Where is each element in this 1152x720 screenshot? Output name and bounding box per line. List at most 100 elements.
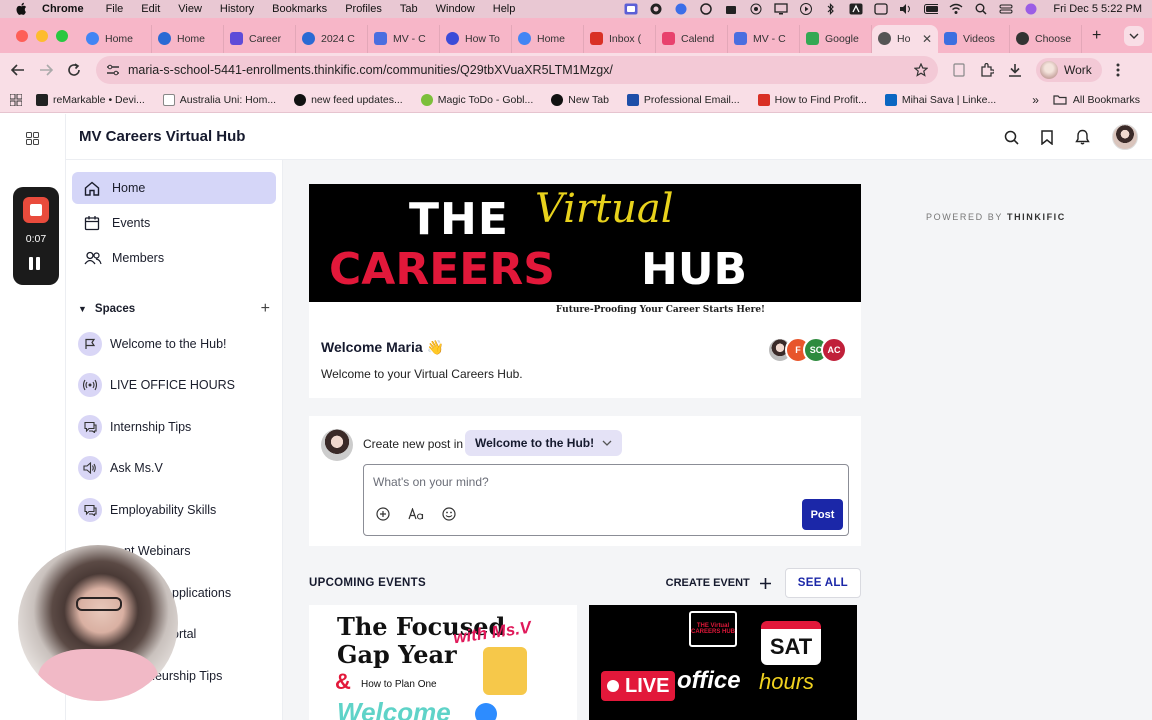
menu-window[interactable]: Window	[436, 3, 475, 15]
site-info-icon[interactable]	[106, 64, 120, 76]
bookmark-item[interactable]: reMarkable • Devi...	[36, 93, 145, 106]
post-button[interactable]: Post	[802, 499, 843, 530]
browser-tab[interactable]: Videos	[938, 24, 1010, 53]
bookmark-item[interactable]: Australia Uni: Hom...	[162, 93, 276, 106]
siri-icon[interactable]	[1024, 3, 1038, 15]
space-welcome-to-the-hub[interactable]: Welcome to the Hub!	[78, 329, 278, 359]
bookmark-item[interactable]: New Tab	[551, 93, 609, 106]
browser-tab[interactable]: How To	[440, 24, 512, 53]
space-live-office-hours[interactable]: LIVE OFFICE HOURS	[78, 370, 278, 400]
menu-edit[interactable]: Edit	[141, 3, 160, 15]
address-url[interactable]: maria-s-school-5441-enrollments.thinkifi…	[128, 63, 914, 77]
post-text-input[interactable]	[373, 475, 773, 489]
menu-datetime[interactable]: Fri Dec 5 5:22 PM	[1053, 3, 1142, 15]
reading-mode-icon[interactable]	[952, 63, 966, 77]
browser-tab[interactable]: Career	[224, 24, 296, 53]
menu-bookmarks[interactable]: Bookmarks	[272, 3, 327, 15]
browser-tab[interactable]: Home	[152, 24, 224, 53]
menu-app-name[interactable]: Chrome	[42, 3, 84, 15]
extensions-icon[interactable]	[980, 63, 994, 77]
site-title[interactable]: MV Careers Virtual Hub	[79, 128, 245, 145]
tab-search-icon[interactable]	[1124, 25, 1144, 46]
member-avatar[interactable]: AC	[821, 337, 847, 363]
browser-tab[interactable]: Inbox (	[584, 24, 656, 53]
display-icon[interactable]	[774, 3, 789, 15]
forward-icon[interactable]	[32, 56, 60, 84]
browser-tab[interactable]: Choose	[1010, 24, 1082, 53]
address-bar[interactable]: maria-s-school-5441-enrollments.thinkifi…	[96, 56, 938, 84]
menu-profiles[interactable]: Profiles	[345, 3, 382, 15]
close-window-button[interactable]	[16, 29, 28, 42]
app-status-icon[interactable]	[649, 3, 663, 15]
member-avatars[interactable]: F SC AC	[767, 337, 847, 363]
menu-tab[interactable]: Tab	[400, 3, 418, 15]
text-format-icon[interactable]	[408, 508, 424, 520]
bookmark-item[interactable]: How to Find Profit...	[757, 93, 867, 106]
minimize-window-button[interactable]	[36, 29, 48, 42]
search-spotlight-icon[interactable]	[974, 3, 988, 15]
more-bookmarks-icon[interactable]: »	[1032, 93, 1039, 107]
space-employability-skills[interactable]: Employability Skills	[78, 495, 278, 525]
all-bookmarks-button[interactable]: All Bookmarks	[1053, 94, 1140, 106]
search-icon[interactable]	[1004, 130, 1019, 145]
app-switcher-icon[interactable]	[26, 132, 39, 145]
new-tab-icon[interactable]: +	[1092, 27, 1101, 45]
close-tab-icon[interactable]: ✕	[922, 32, 932, 46]
volume-icon[interactable]	[899, 3, 913, 15]
event-card-live-office-hours[interactable]: THE Virtual CAREERS HUB SAT LIVE office …	[589, 605, 857, 720]
menu-help[interactable]: Help	[493, 3, 516, 15]
apps-grid-icon[interactable]	[10, 93, 22, 106]
create-event-button[interactable]: CREATE EVENT	[666, 577, 771, 589]
nav-home[interactable]: Home	[72, 172, 276, 204]
add-attachment-icon[interactable]	[376, 507, 390, 521]
zoom-status-icon[interactable]	[674, 3, 688, 15]
user-avatar[interactable]	[1112, 124, 1138, 150]
window-icon[interactable]	[874, 3, 889, 15]
see-all-events-button[interactable]: SEE ALL	[784, 568, 861, 598]
menu-view[interactable]: View	[178, 3, 202, 15]
browser-menu-icon[interactable]	[1116, 63, 1120, 77]
add-space-icon[interactable]: +	[261, 300, 270, 318]
nav-events[interactable]: Events	[72, 207, 276, 239]
browser-tab[interactable]: Home	[512, 24, 584, 53]
profile-button[interactable]: Work	[1036, 58, 1102, 82]
battery-icon[interactable]	[924, 3, 939, 15]
browser-tab[interactable]: Home	[80, 24, 152, 53]
screen-record-icon[interactable]	[624, 3, 638, 15]
control-center-icon[interactable]	[999, 3, 1013, 15]
back-icon[interactable]	[4, 56, 32, 84]
download-icon[interactable]	[1008, 63, 1022, 77]
bookmark-icon[interactable]	[1041, 129, 1053, 145]
webcam-bubble[interactable]	[18, 545, 178, 701]
zoom-window-button[interactable]	[56, 29, 68, 42]
stop-recording-button[interactable]	[23, 197, 49, 223]
browser-tab-active[interactable]: Ho ✕	[872, 24, 938, 53]
spaces-heading[interactable]: ▼ Spaces +	[78, 300, 270, 318]
bookmark-item[interactable]: Mihai Sava | Linke...	[884, 93, 996, 106]
emoji-icon[interactable]	[442, 507, 456, 521]
menu-file[interactable]: File	[106, 3, 124, 15]
bookmark-item[interactable]: Magic ToDo - Gobl...	[420, 93, 533, 106]
browser-tab[interactable]: Google	[800, 24, 872, 53]
collapse-caret-icon[interactable]: ▼	[78, 304, 87, 314]
broadcast-status-icon[interactable]	[749, 3, 763, 15]
browser-tab[interactable]: Calend	[656, 24, 728, 53]
browser-tab[interactable]: 2024 C	[296, 24, 368, 53]
extension-status-icon[interactable]	[699, 3, 713, 15]
bookmark-item[interactable]: new feed updates...	[294, 93, 403, 106]
space-ask-ms-v[interactable]: Ask Ms.V	[78, 453, 278, 483]
space-select-dropdown[interactable]: Welcome to the Hub!	[465, 430, 623, 456]
bluetooth-icon[interactable]	[824, 3, 838, 15]
nav-members[interactable]: Members	[72, 242, 276, 274]
browser-tab[interactable]: MV - C	[368, 24, 440, 53]
event-card-gap-year[interactable]: The Focused Gap Year with Ms.V & How to P…	[309, 605, 577, 720]
wifi-icon[interactable]	[949, 3, 963, 15]
reload-icon[interactable]	[60, 56, 88, 84]
bag-icon[interactable]	[724, 3, 738, 15]
menu-history[interactable]: History	[220, 3, 254, 15]
notifications-bell-icon[interactable]	[1075, 129, 1090, 145]
bookmark-star-icon[interactable]	[914, 63, 928, 77]
browser-tab[interactable]: MV - C	[728, 24, 800, 53]
pause-icon[interactable]	[29, 257, 40, 270]
space-internship-tips[interactable]: Internship Tips	[78, 412, 278, 442]
